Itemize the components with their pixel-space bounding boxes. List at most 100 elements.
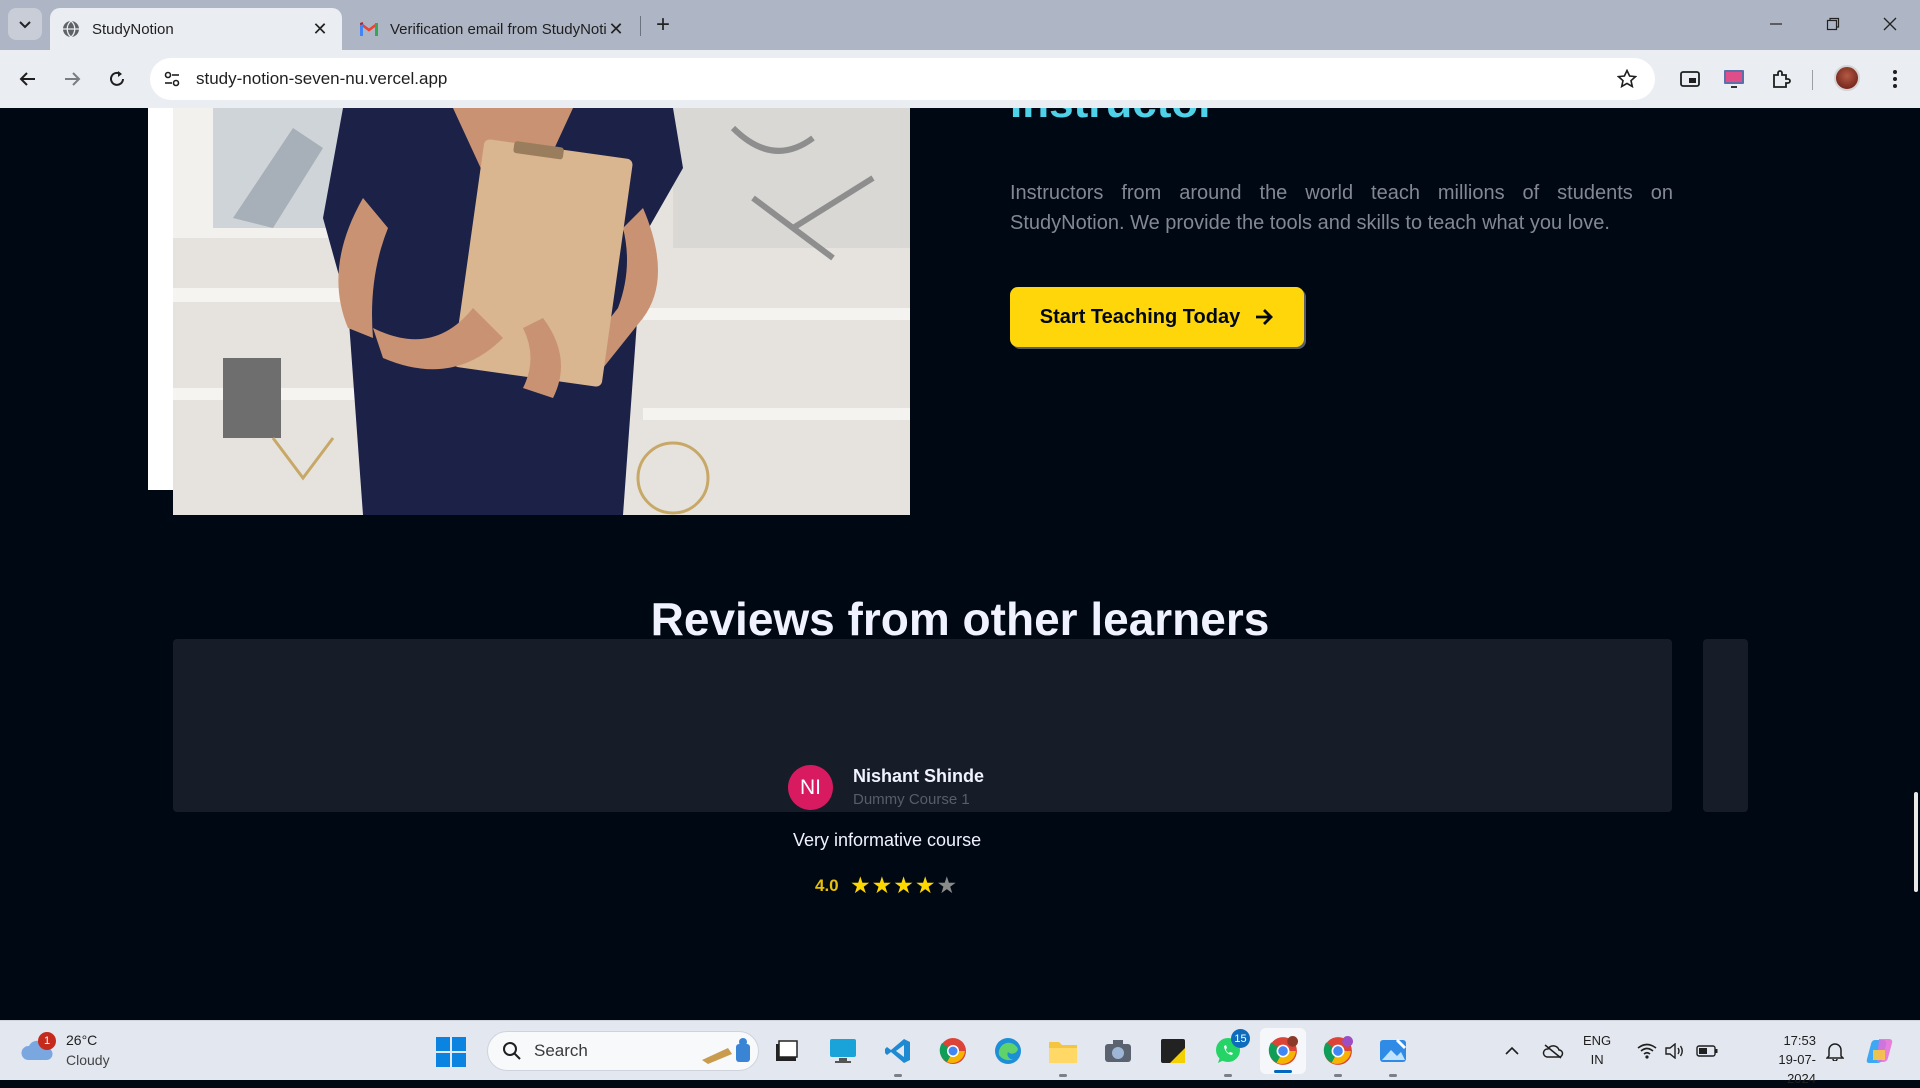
section-heading: Instructor	[1010, 108, 1215, 128]
paint-app[interactable]	[1377, 1035, 1409, 1077]
search-highlight-icon	[702, 1038, 750, 1064]
extensions-button[interactable]	[1767, 65, 1795, 93]
copilot-icon	[1866, 1039, 1893, 1063]
star-outline-icon	[1617, 69, 1637, 89]
page-scrollbar-thumb[interactable]	[1914, 792, 1918, 892]
review-card-next-peek	[1703, 639, 1748, 812]
instructor-image	[173, 108, 910, 515]
onedrive-tray[interactable]	[1540, 1035, 1566, 1067]
file-explorer-app[interactable]	[1047, 1035, 1079, 1077]
address-bar[interactable]: study-notion-seven-nu.vercel.app	[150, 58, 1655, 100]
star-filled-icon: ★	[893, 872, 914, 898]
language-indicator[interactable]: ENG IN	[1583, 1031, 1611, 1069]
weather-temp: 26°C	[66, 1032, 98, 1048]
new-tab-button[interactable]: +	[650, 11, 676, 38]
tab-studynotion[interactable]: StudyNotion ✕	[50, 8, 342, 50]
chrome-profile-n-icon	[1323, 1036, 1353, 1065]
whatsapp-notification-badge: 15	[1231, 1029, 1250, 1048]
sticky-notes-icon	[1161, 1039, 1185, 1063]
bookmark-button[interactable]	[1609, 61, 1645, 97]
minimize-button[interactable]	[1756, 10, 1796, 38]
tab-title: Verification email from StudyNotion	[390, 20, 606, 38]
close-window-button[interactable]	[1870, 10, 1910, 38]
restore-button[interactable]	[1813, 10, 1853, 38]
browser-toolbar: study-notion-seven-nu.vercel.app	[0, 50, 1920, 108]
whatsapp-app[interactable]: 15	[1212, 1029, 1250, 1077]
cloud-icon: 1	[20, 1032, 56, 1062]
reviews-heading: Reviews from other learners	[650, 593, 1270, 645]
tab-verification-email[interactable]: Verification email from StudyNotion ✕	[348, 8, 638, 50]
studynotion-page: Instructor Instructors from around the w…	[0, 108, 1920, 1020]
restore-icon	[1826, 17, 1840, 31]
chevron-up-icon	[1505, 1046, 1519, 1055]
search-placeholder: Search	[534, 1041, 588, 1060]
arrow-left-icon	[19, 72, 35, 86]
gmail-icon	[360, 20, 378, 38]
folder-icon	[1049, 1042, 1077, 1063]
notifications-button[interactable]	[1824, 1035, 1846, 1067]
close-icon	[1883, 17, 1897, 31]
reload-button[interactable]	[102, 64, 132, 94]
volume-tray[interactable]	[1664, 1035, 1686, 1067]
edge-app[interactable]	[992, 1035, 1024, 1067]
profile-avatar[interactable]	[1834, 65, 1860, 91]
volume-icon	[1665, 1043, 1683, 1059]
browser-tab-bar: StudyNotion ✕ Verification email from St…	[0, 0, 1920, 50]
chrome-profile-app-active[interactable]	[1260, 1028, 1306, 1074]
reviewer-course: Dummy Course 1	[853, 791, 970, 808]
start-button[interactable]	[435, 1036, 467, 1068]
star-filled-icon: ★	[850, 872, 871, 898]
site-info-button[interactable]	[154, 61, 190, 97]
system-clock[interactable]: 17:53 19-07-2024	[1760, 1031, 1816, 1088]
monitor-icon	[830, 1039, 856, 1063]
screen-extension-button[interactable]	[1720, 65, 1748, 93]
globe-icon	[62, 20, 80, 38]
forward-button[interactable]	[57, 64, 87, 94]
battery-icon	[1696, 1045, 1718, 1057]
chrome-profile-n-app[interactable]	[1322, 1035, 1354, 1077]
photos-icon	[1380, 1038, 1407, 1062]
minimize-icon	[1770, 23, 1782, 25]
weather-widget[interactable]: 1 26°C Cloudy	[20, 1030, 110, 1070]
sticky-notes-app[interactable]	[1157, 1035, 1189, 1067]
desktop-app[interactable]	[827, 1035, 859, 1067]
copilot-button[interactable]	[1864, 1035, 1896, 1067]
clock-time: 17:53	[1783, 1033, 1816, 1048]
weather-condition: Cloudy	[66, 1052, 110, 1068]
instructor-description: Instructors from around the world teach …	[1010, 182, 1673, 234]
back-button[interactable]	[13, 64, 43, 94]
language-line2: IN	[1590, 1052, 1604, 1067]
arrow-right-icon	[1256, 309, 1274, 325]
rating-stars: ★ ★ ★ ★ ★	[850, 872, 957, 899]
tab-search-button[interactable]	[8, 8, 42, 40]
close-tab-icon[interactable]: ✕	[606, 19, 626, 39]
reviewer-name: Nishant Shinde	[853, 766, 985, 786]
puzzle-icon	[1773, 70, 1791, 88]
star-filled-icon: ★	[914, 872, 936, 898]
wifi-tray[interactable]	[1636, 1035, 1658, 1067]
windows-logo-icon	[436, 1037, 466, 1067]
taskbar-search[interactable]: Search	[487, 1031, 759, 1071]
url-text[interactable]: study-notion-seven-nu.vercel.app	[196, 69, 1609, 89]
chrome-app[interactable]	[937, 1035, 969, 1067]
show-hidden-icons-button[interactable]	[1500, 1035, 1524, 1067]
chrome-menu-button[interactable]	[1881, 65, 1909, 93]
close-tab-icon[interactable]: ✕	[310, 19, 330, 39]
bell-icon	[1826, 1043, 1844, 1061]
search-icon	[503, 1042, 521, 1060]
rating-value: 4.0	[815, 876, 839, 895]
camera-icon	[1105, 1040, 1131, 1062]
picture-in-picture-icon	[1680, 71, 1700, 87]
chevron-down-icon	[19, 21, 31, 29]
camera-app[interactable]	[1102, 1035, 1134, 1067]
more-vertical-icon	[1893, 70, 1897, 88]
cloud-offline-icon	[1542, 1044, 1564, 1059]
task-view-app[interactable]	[770, 1035, 802, 1067]
battery-tray[interactable]	[1694, 1035, 1720, 1067]
vscode-app[interactable]	[882, 1035, 914, 1077]
picture-in-picture-button[interactable]	[1676, 65, 1704, 93]
vscode-icon	[885, 1039, 910, 1063]
reviewer-avatar: NI	[788, 765, 833, 810]
tab-title: StudyNotion	[92, 20, 174, 38]
start-teaching-button[interactable]: Start Teaching Today	[1010, 287, 1304, 347]
